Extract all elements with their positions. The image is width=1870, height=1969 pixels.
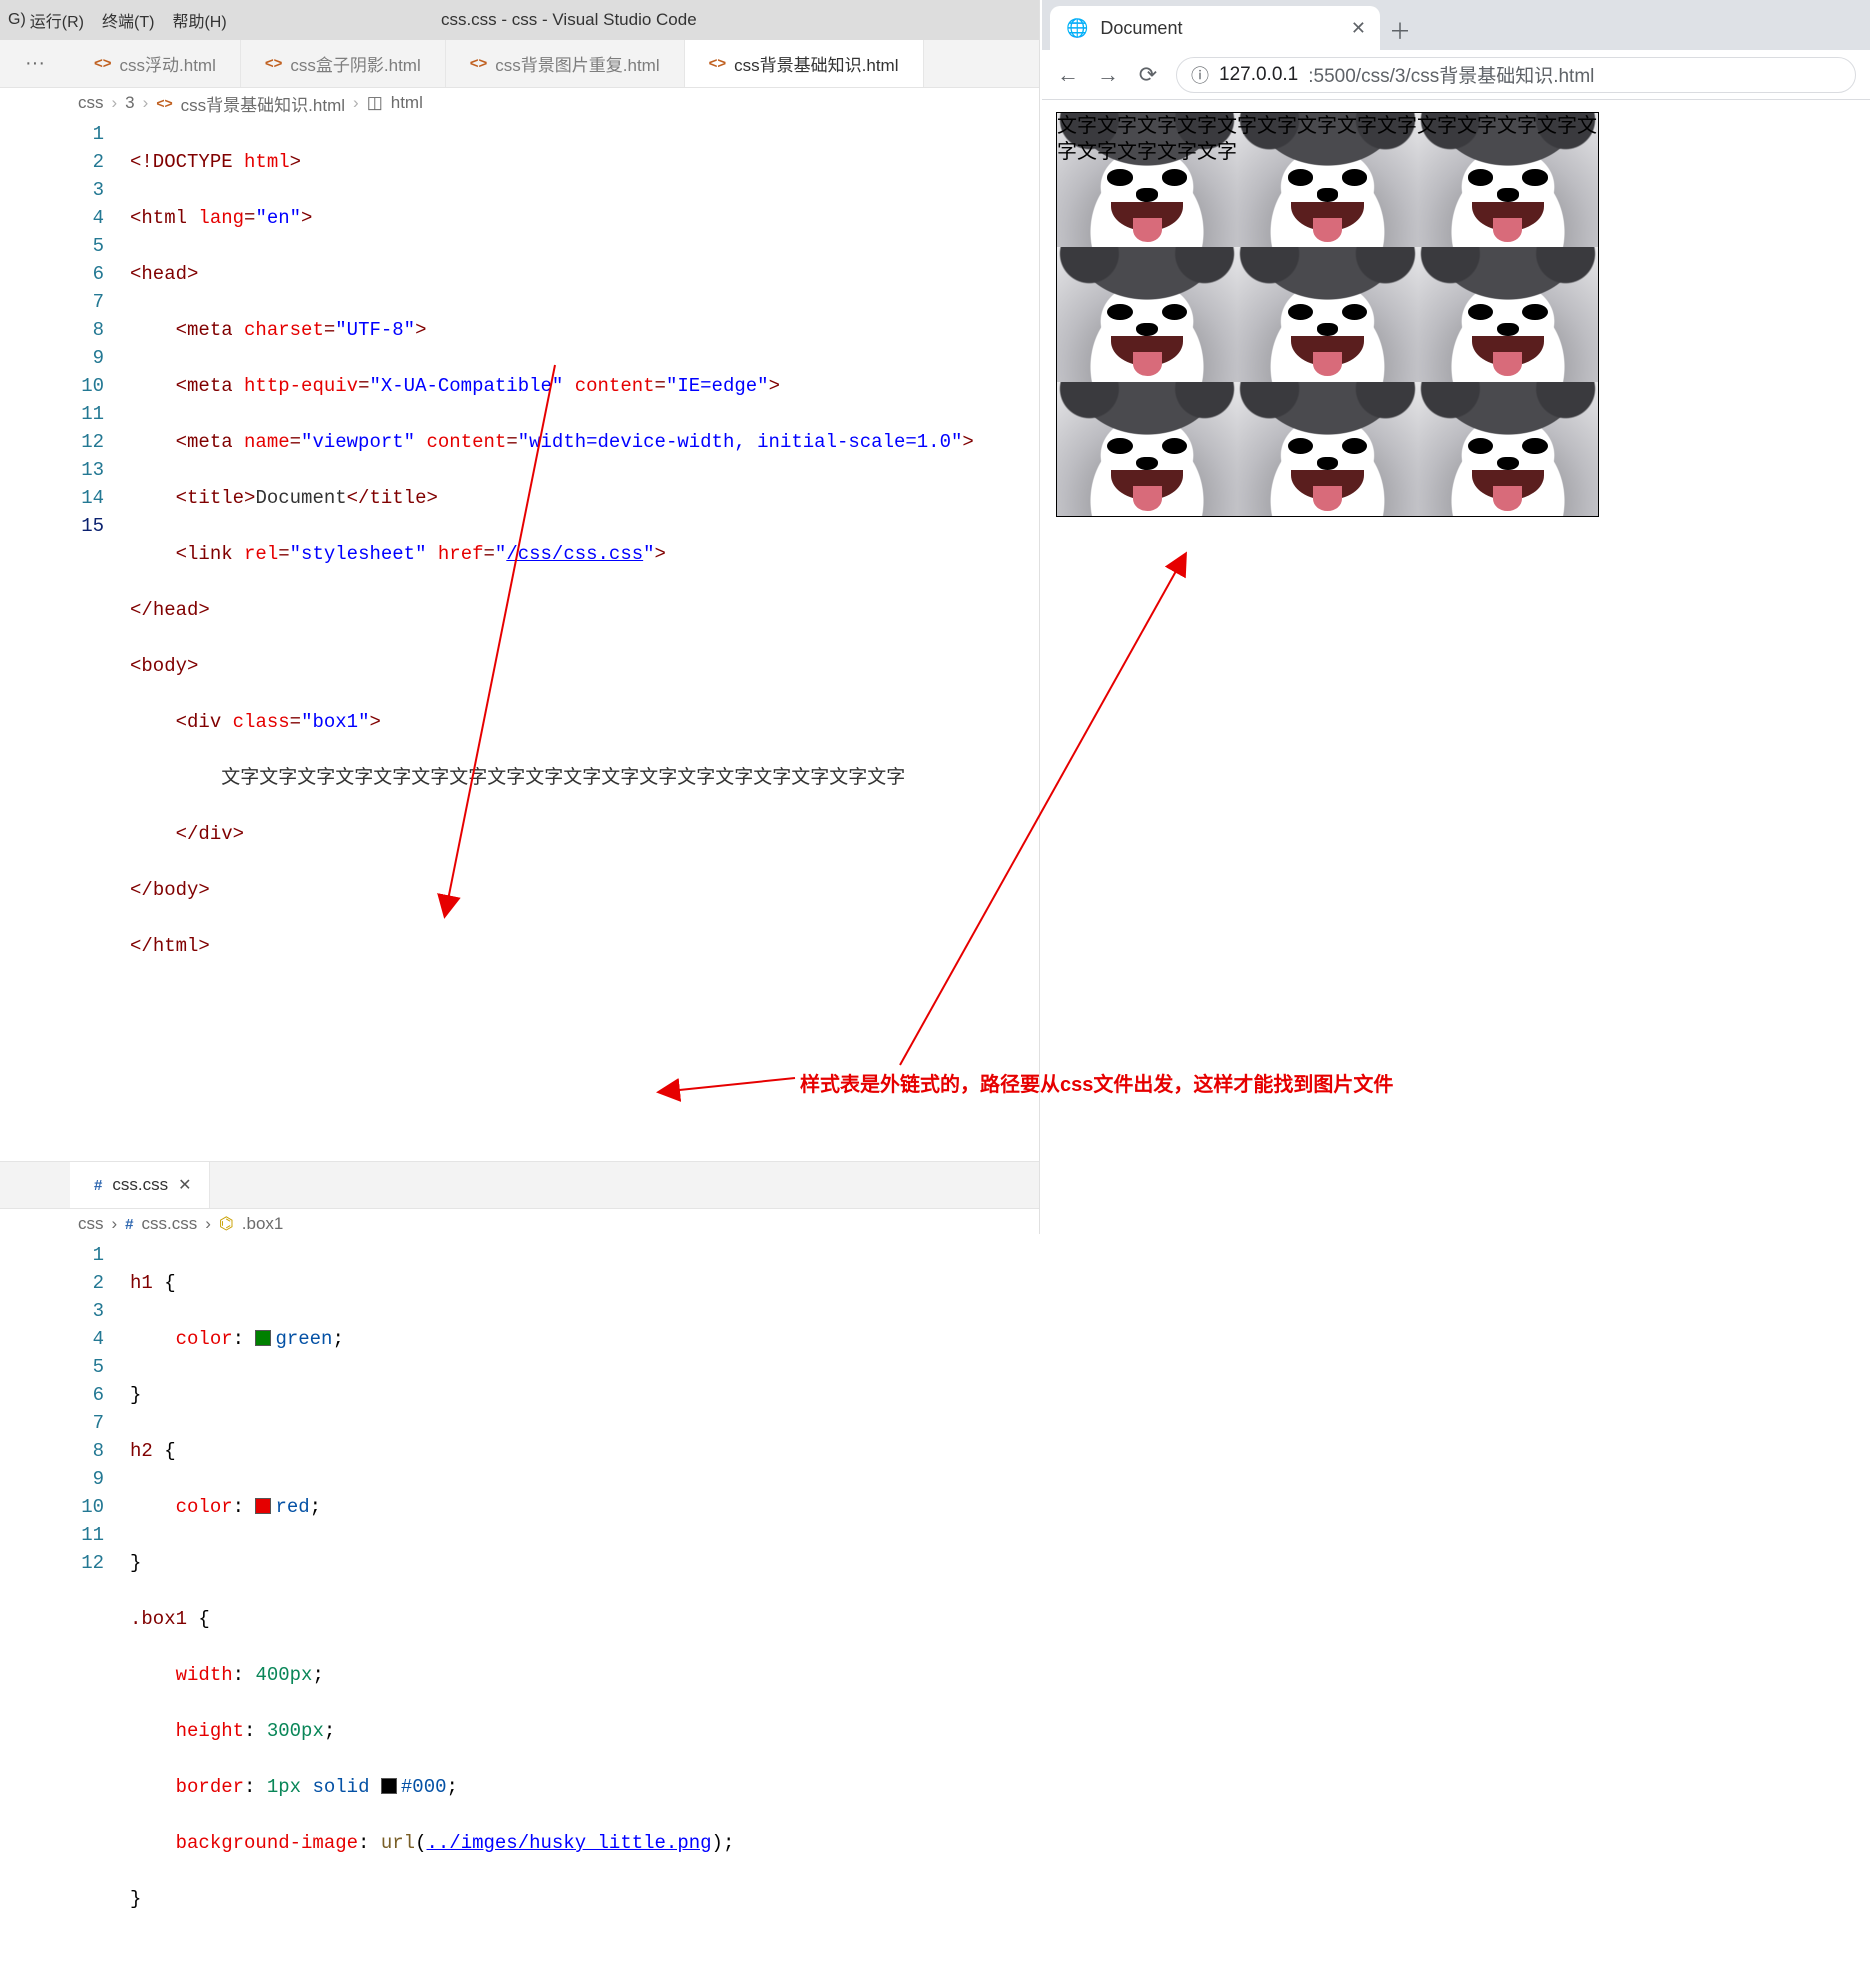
css-file-icon: # xyxy=(125,1216,133,1233)
url-host: 127.0.0.1 xyxy=(1219,64,1298,86)
breadcrumb[interactable]: css › 3 › <> css背景基础知识.html › ◫ html xyxy=(0,88,1039,118)
bc-file[interactable]: css背景基础知识.html xyxy=(181,91,345,116)
background-tiles xyxy=(1057,113,1598,516)
editor-tabs: ··· <> css浮动.html <> css盒子阴影.html <> css… xyxy=(0,40,1039,88)
breadcrumb[interactable]: css › # css.css › ⌬ .box1 xyxy=(0,1209,1039,1239)
close-icon[interactable]: ✕ xyxy=(1351,18,1366,39)
css-editor[interactable]: 1 2 3 4 5 6 7 8 9 10 11 12 h1 { color: g… xyxy=(0,1239,1039,1969)
tab-label: css背景图片重复.html xyxy=(495,51,659,76)
bc-file[interactable]: css.css xyxy=(142,1214,198,1234)
chevron-right-icon: › xyxy=(112,1214,118,1234)
html-file-icon: <> xyxy=(94,55,112,72)
tab-label: css.css xyxy=(112,1175,168,1195)
symbol-icon: ⌬ xyxy=(219,1214,234,1234)
chevron-right-icon: › xyxy=(143,93,149,113)
vscode-menubar: G) 运行(R) 终端(T) 帮助(H) css.css - css - Vis… xyxy=(0,0,1039,40)
tab-css-css[interactable]: # css.css ✕ xyxy=(70,1162,210,1208)
bc-folder[interactable]: 3 xyxy=(125,93,134,113)
tab-css-float[interactable]: <> css浮动.html xyxy=(70,40,241,87)
window-title: css.css - css - Visual Studio Code xyxy=(227,10,911,30)
browser-tab[interactable]: 🌐 Document ✕ xyxy=(1050,6,1380,50)
menu-terminal[interactable]: 终端(T) xyxy=(102,8,154,32)
chevron-right-icon: › xyxy=(112,93,118,113)
url-path: :5500/css/3/css背景基础知识.html xyxy=(1308,61,1594,88)
code-body[interactable]: <!DOCTYPE html> <html lang="en"> <head> … xyxy=(130,120,974,1016)
color-swatch-icon[interactable] xyxy=(381,1778,397,1794)
html-file-icon: <> xyxy=(470,55,488,72)
html-file-icon: <> xyxy=(156,95,172,111)
menu-help[interactable]: 帮助(H) xyxy=(172,8,226,32)
html-file-icon: <> xyxy=(709,55,727,72)
bc-symbol[interactable]: html xyxy=(391,93,423,113)
back-button[interactable]: ← xyxy=(1056,62,1080,88)
menu-fragment: G) xyxy=(8,11,26,29)
site-info-icon[interactable]: ⓘ xyxy=(1191,62,1209,88)
reload-button[interactable]: ⟳ xyxy=(1136,62,1160,88)
css-file-icon: # xyxy=(94,1177,102,1194)
page-viewport[interactable]: 文字文字文字文字文字文字文字文字文字文字文字文字文字文字文字文字文字文字 xyxy=(1042,100,1870,529)
browser-tabstrip: 🌐 Document ✕ ＋ xyxy=(1042,0,1870,50)
globe-icon: 🌐 xyxy=(1066,18,1088,39)
annotation-text: 样式表是外链式的，路径要从css文件出发，这样才能找到图片文件 xyxy=(800,1068,1393,1097)
tab-css-shadow[interactable]: <> css盒子阴影.html xyxy=(241,40,446,87)
editor-tabs-group2: # css.css ✕ xyxy=(0,1161,1039,1209)
tab-title: Document xyxy=(1100,18,1338,39)
symbol-icon: ◫ xyxy=(367,93,383,113)
tab-label: css盒子阴影.html xyxy=(290,51,420,76)
color-swatch-icon[interactable] xyxy=(255,1498,271,1514)
code-body[interactable]: h1 { color: green; } h2 { color: red; } … xyxy=(130,1241,734,1969)
close-icon[interactable]: ✕ xyxy=(178,1175,191,1195)
box1-preview: 文字文字文字文字文字文字文字文字文字文字文字文字文字文字文字文字文字文字 xyxy=(1056,112,1599,517)
line-gutter: 1 2 3 4 5 6 7 8 9 10 11 12 13 14 15 xyxy=(0,120,130,1016)
tabs-overflow-icon[interactable]: ··· xyxy=(0,40,70,87)
new-tab-button[interactable]: ＋ xyxy=(1380,10,1420,50)
bc-folder[interactable]: css xyxy=(78,93,104,113)
color-swatch-icon[interactable] xyxy=(255,1330,271,1346)
bc-symbol[interactable]: .box1 xyxy=(242,1214,284,1234)
menu-run[interactable]: 运行(R) xyxy=(30,8,84,32)
vscode-window: G) 运行(R) 终端(T) 帮助(H) css.css - css - Vis… xyxy=(0,0,1040,1234)
browser-window: 🌐 Document ✕ ＋ ← → ⟳ ⓘ 127.0.0.1 :5500/cs… xyxy=(1042,0,1870,1234)
address-bar[interactable]: ⓘ 127.0.0.1 :5500/css/3/css背景基础知识.html xyxy=(1176,57,1856,93)
html-editor[interactable]: 1 2 3 4 5 6 7 8 9 10 11 12 13 14 15 <!DO… xyxy=(0,118,1039,1016)
chevron-right-icon: › xyxy=(205,1214,211,1234)
tab-css-bg-basics[interactable]: <> css背景基础知识.html xyxy=(685,40,924,87)
tab-label: css浮动.html xyxy=(120,51,216,76)
forward-button[interactable]: → xyxy=(1096,62,1120,88)
bc-folder[interactable]: css xyxy=(78,1214,104,1234)
line-gutter: 1 2 3 4 5 6 7 8 9 10 11 12 xyxy=(0,1241,130,1969)
browser-toolbar: ← → ⟳ ⓘ 127.0.0.1 :5500/css/3/css背景基础知识.h… xyxy=(1042,50,1870,100)
chevron-right-icon: › xyxy=(353,93,359,113)
box1-text: 文字文字文字文字文字文字文字文字文字文字文字文字文字文字文字文字文字文字 xyxy=(1057,113,1598,165)
html-file-icon: <> xyxy=(265,55,283,72)
tab-label: css背景基础知识.html xyxy=(734,51,898,76)
tab-css-bg-repeat[interactable]: <> css背景图片重复.html xyxy=(446,40,685,87)
